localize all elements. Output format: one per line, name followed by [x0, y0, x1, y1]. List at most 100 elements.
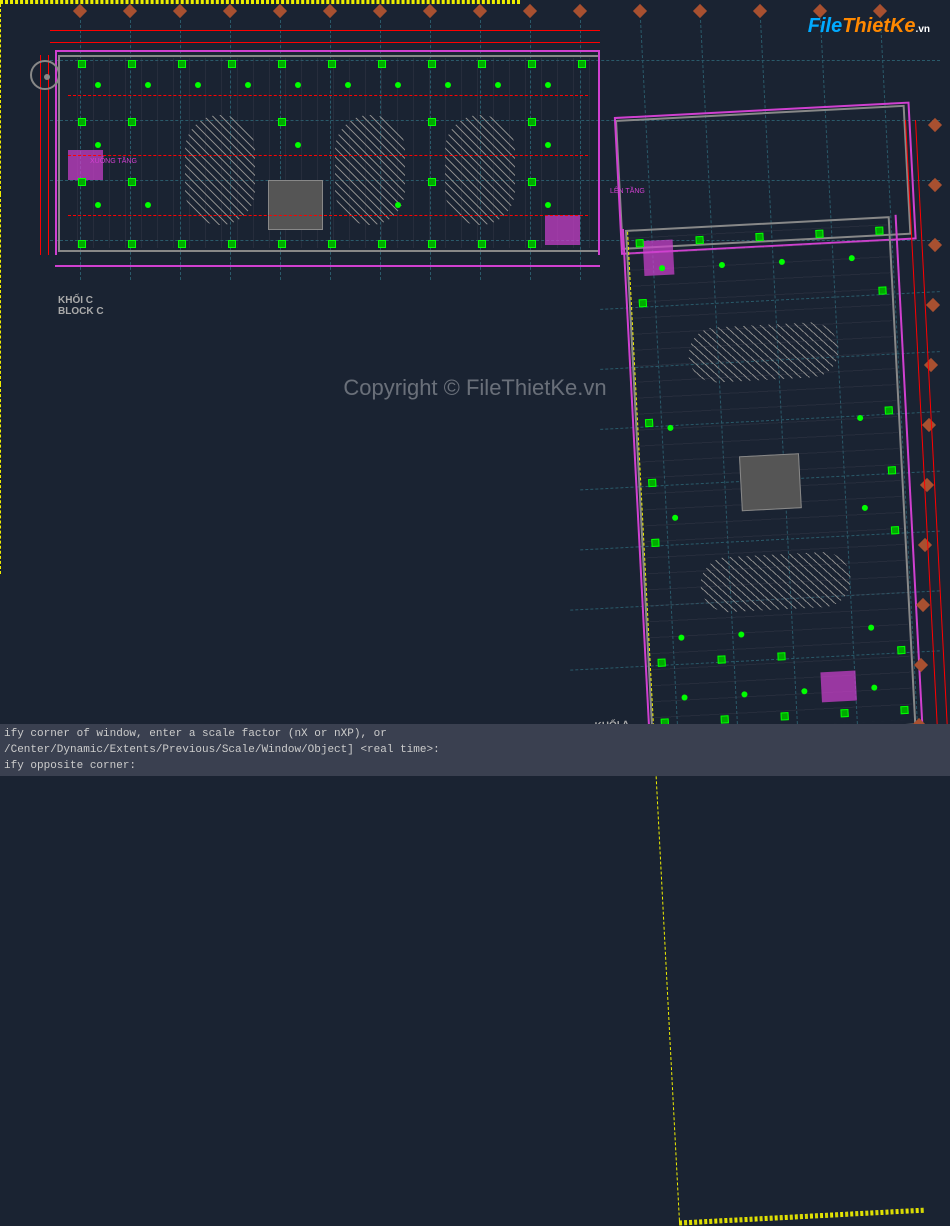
grid-marker: [473, 4, 487, 18]
pipe: [0, 3, 520, 4]
grid-marker: [633, 4, 647, 18]
column: [178, 240, 186, 248]
column: [900, 706, 908, 714]
column: [278, 240, 286, 248]
grid-marker: [423, 4, 437, 18]
column: [528, 240, 536, 248]
column: [721, 715, 729, 723]
grid-marker: [693, 4, 707, 18]
dimension-line: [50, 42, 600, 43]
ramp: [699, 551, 852, 614]
sprinkler: [145, 202, 151, 208]
column: [891, 526, 899, 534]
column: [428, 118, 436, 126]
column: [780, 712, 788, 720]
sprinkler: [345, 82, 351, 88]
pipe: [0, 4, 1, 194]
column: [657, 658, 665, 666]
column: [528, 60, 536, 68]
column: [378, 240, 386, 248]
column: [428, 178, 436, 186]
pipe: [0, 384, 1, 574]
column: [128, 60, 136, 68]
column: [636, 239, 644, 247]
column: [228, 240, 236, 248]
command-line[interactable]: ify corner of window, enter a scale fact…: [0, 724, 950, 776]
wall: [598, 55, 600, 252]
grid-marker: [523, 4, 537, 18]
sprinkler: [195, 82, 201, 88]
column: [128, 118, 136, 126]
sprinkler: [395, 202, 401, 208]
sprinkler: [445, 82, 451, 88]
grid-marker: [916, 598, 930, 612]
column: [875, 226, 883, 234]
sprinkler: [545, 82, 551, 88]
grid-marker: [123, 4, 137, 18]
column: [78, 60, 86, 68]
grid-marker: [273, 4, 287, 18]
column: [328, 240, 336, 248]
column: [478, 240, 486, 248]
column: [695, 236, 703, 244]
column: [888, 466, 896, 474]
watermark-logo: FileThietKe.vn: [808, 15, 930, 38]
column: [528, 178, 536, 186]
column: [578, 60, 586, 68]
ramp-label: XUỐNG TẦNG: [90, 158, 137, 165]
column: [428, 240, 436, 248]
column: [885, 406, 893, 414]
column: [228, 60, 236, 68]
sprinkler: [95, 202, 101, 208]
sprinkler: [295, 142, 301, 148]
grid-marker: [373, 4, 387, 18]
column: [178, 60, 186, 68]
cmd-history: /Center/Dynamic/Extents/Previous/Scale/W…: [4, 742, 946, 758]
sprinkler: [295, 82, 301, 88]
pipe: [68, 95, 588, 96]
wall: [58, 55, 598, 57]
column: [478, 60, 486, 68]
column: [639, 299, 647, 307]
wall: [58, 250, 598, 252]
pipe: [0, 194, 1, 384]
ramp: [185, 115, 255, 225]
cmd-history: ify corner of window, enter a scale fact…: [4, 726, 946, 742]
column: [78, 118, 86, 126]
ucs-icon: [30, 60, 60, 90]
cmd-prompt: ify opposite corner:: [4, 758, 946, 774]
pipe: [653, 726, 680, 1220]
sprinkler: [395, 82, 401, 88]
column: [651, 539, 659, 547]
ramp-label: LÊN TẦNG: [610, 188, 645, 195]
grid-marker: [922, 418, 936, 432]
column: [648, 479, 656, 487]
boundary: [55, 253, 600, 267]
column: [428, 60, 436, 68]
stair: [643, 240, 675, 277]
block-c-label: KHỐI C BLOCK C: [58, 295, 104, 317]
sprinkler: [145, 82, 151, 88]
column: [645, 419, 653, 427]
grid-marker: [918, 538, 932, 552]
grid-marker: [573, 4, 587, 18]
sprinkler: [95, 82, 101, 88]
ramp: [687, 321, 840, 384]
grid-marker: [73, 4, 87, 18]
sprinkler: [545, 202, 551, 208]
column: [755, 233, 763, 241]
column: [897, 646, 905, 654]
column: [528, 118, 536, 126]
grid-marker: [173, 4, 187, 18]
column: [878, 286, 886, 294]
ramp: [335, 115, 405, 225]
column: [777, 652, 785, 660]
column: [840, 709, 848, 717]
column: [78, 178, 86, 186]
column: [278, 60, 286, 68]
autocad-canvas[interactable]: KHỐI C BLOCK C KHỐI A BLOCK A XUỐNG TẦNG…: [0, 0, 950, 776]
column: [815, 230, 823, 238]
column: [128, 240, 136, 248]
column: [717, 655, 725, 663]
block-a-main: [625, 216, 916, 739]
